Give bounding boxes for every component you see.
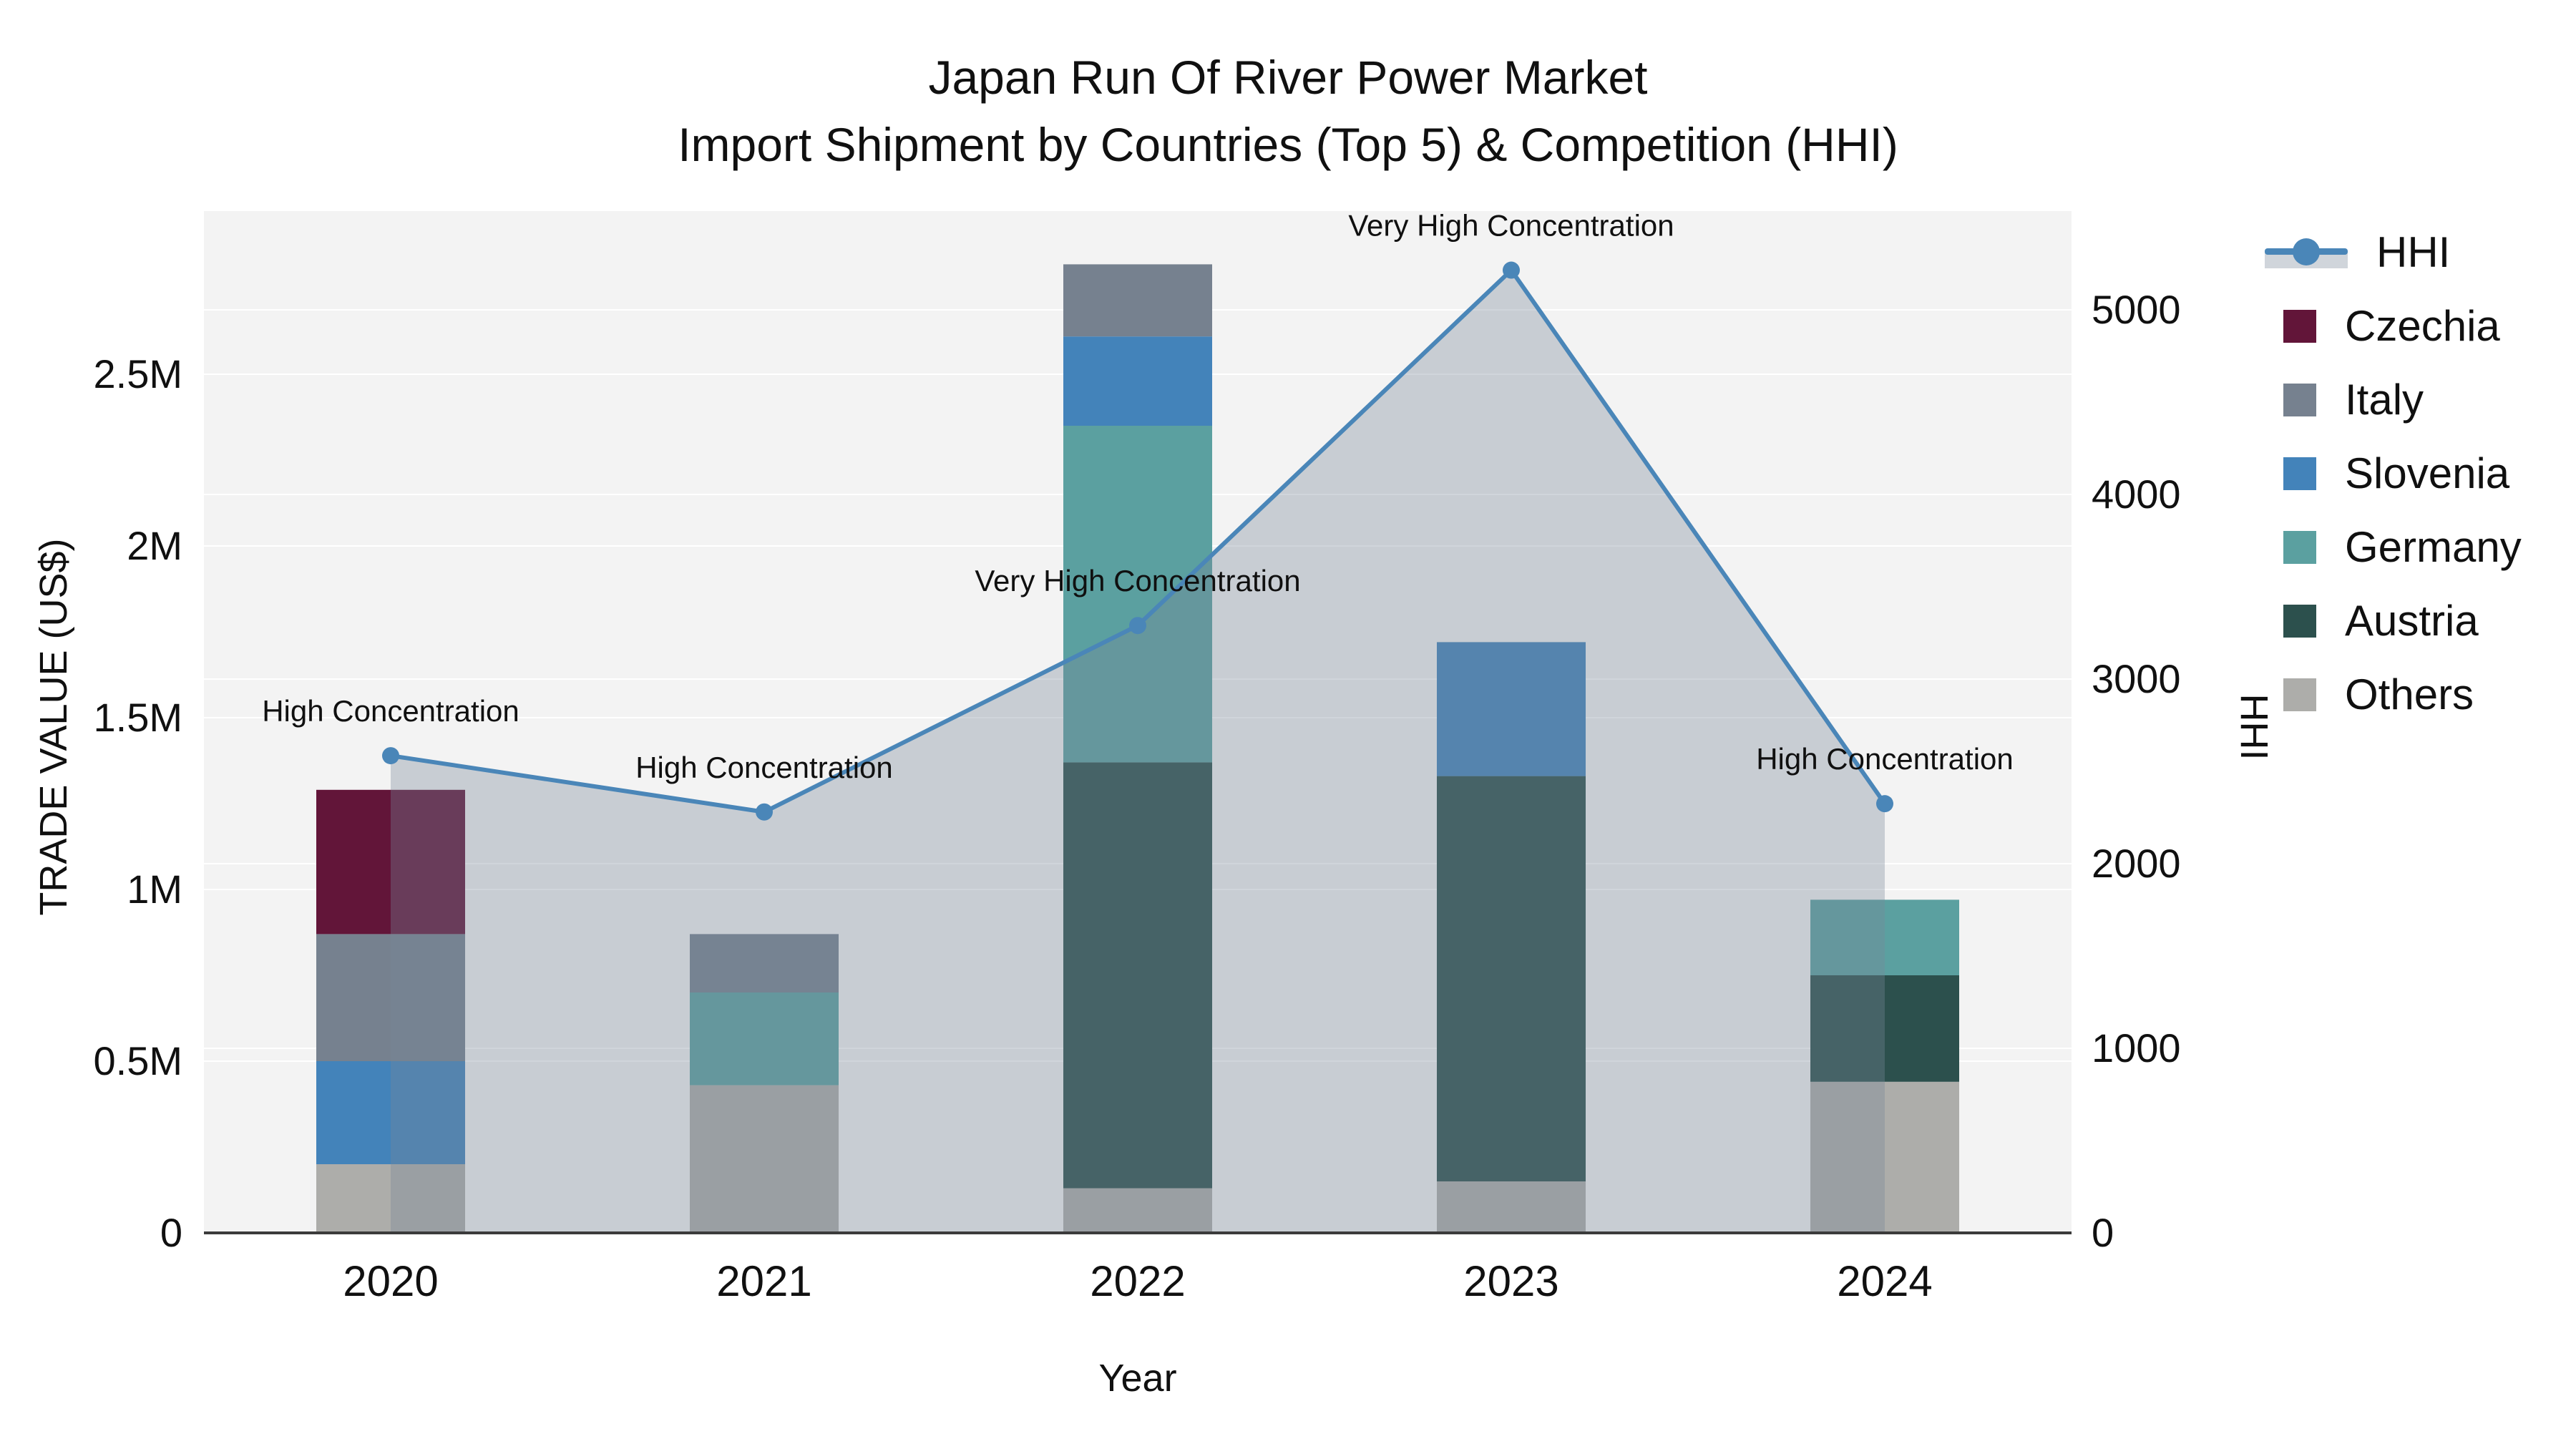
legend-item-austria[interactable]: Austria [2265, 596, 2522, 645]
y-tick-label: 0 [160, 1210, 182, 1255]
y2-tick-label: 4000 [2092, 472, 2181, 517]
legend-label: Slovenia [2345, 449, 2510, 497]
x-axis-title: Year [1098, 1357, 1177, 1400]
hhi-annotation: High Concentration [262, 694, 519, 728]
legend-label: Italy [2345, 376, 2424, 424]
legend-swatch-icon [2283, 383, 2316, 416]
hhi-marker-2022[interactable] [1129, 617, 1146, 635]
x-tick-label: 2024 [1837, 1257, 1932, 1305]
legend-label: Austria [2345, 597, 2479, 645]
y-tick-label: 2M [127, 523, 182, 568]
legend-item-slovenia[interactable]: Slovenia [2265, 449, 2522, 498]
hhi-marker-2020[interactable] [382, 747, 399, 765]
hhi-annotation: Very High Concentration [975, 564, 1300, 597]
y2-tick-label: 1000 [2092, 1025, 2181, 1070]
chart-plot-area: 0 0.5M 1M 1.5M 2M 2.5M 0 1000 2000 3000 4000 5000 20… [94, 209, 2181, 1305]
y2-tick-label: 0 [2092, 1210, 2114, 1255]
bar-segment-italy-2022[interactable] [1063, 264, 1212, 337]
legend-item-italy[interactable]: Italy [2265, 375, 2522, 424]
hhi-annotation: High Concentration [1756, 742, 2014, 776]
legend: HHI Czechia Italy Slovenia Germany Austria Ot… [2265, 228, 2522, 719]
y-tick-label: 1.5M [94, 695, 183, 740]
x-tick-label: 2020 [343, 1257, 438, 1305]
hhi-annotation: Very High Concentration [1348, 209, 1674, 243]
legend-item-czechia[interactable]: Czechia [2265, 301, 2522, 351]
y2-tick-label: 2000 [2092, 841, 2181, 886]
legend-swatch-icon [2283, 457, 2316, 490]
legend-label: HHI [2376, 228, 2451, 276]
hhi-annotation: High Concentration [635, 751, 893, 784]
y-axis-title: TRADE VALUE (US$) [32, 538, 75, 916]
y-tick-label: 1M [127, 867, 182, 912]
y-tick-label: 0.5M [94, 1038, 183, 1083]
legend-swatch-icon [2283, 530, 2316, 564]
x-tick-label: 2023 [1463, 1257, 1558, 1305]
hhi-marker-2024[interactable] [1876, 795, 1893, 813]
hhi-marker-2023[interactable] [1503, 261, 1520, 279]
figure: Japan Run Of River Power Market Import S… [0, 0, 2576, 1449]
legend-item-germany[interactable]: Germany [2265, 522, 2522, 572]
x-tick-label: 2022 [1090, 1257, 1185, 1305]
legend-label: Others [2345, 670, 2474, 718]
legend-label: Czechia [2345, 302, 2500, 350]
bar-segment-slovenia-2022[interactable] [1063, 336, 1212, 426]
legend-item-others[interactable]: Others [2265, 670, 2522, 719]
legend-swatch-icon [2283, 309, 2316, 343]
y2-tick-label: 5000 [2092, 287, 2181, 332]
legend-item-hhi[interactable]: HHI [2265, 228, 2522, 277]
hhi-line-icon [2265, 234, 2348, 271]
x-tick-label: 2021 [716, 1257, 811, 1305]
hhi-marker-2021[interactable] [756, 803, 773, 821]
y-tick-label: 2.5M [94, 351, 183, 396]
y2-tick-label: 3000 [2092, 656, 2181, 701]
legend-label: Germany [2345, 523, 2522, 571]
legend-swatch-icon [2283, 678, 2316, 711]
legend-swatch-icon [2283, 604, 2316, 638]
